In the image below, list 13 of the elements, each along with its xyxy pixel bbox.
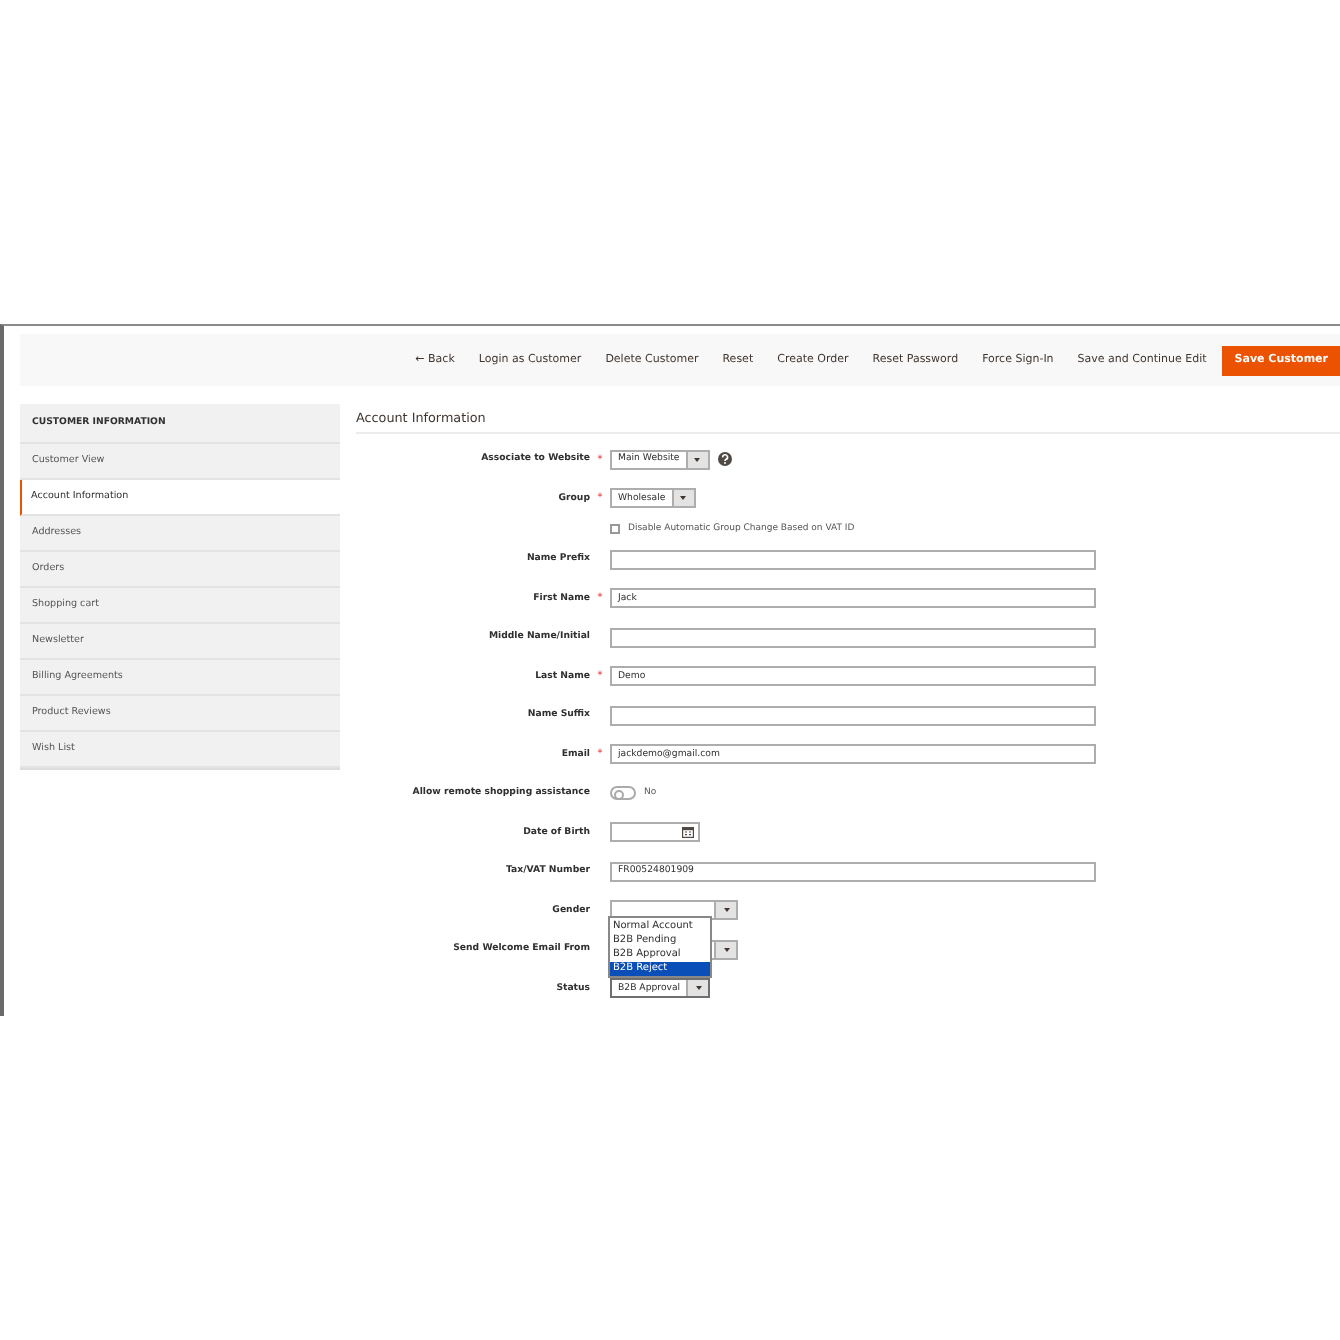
input-field[interactable] [610, 549, 1096, 570]
toggle-switch[interactable] [610, 786, 636, 801]
checkbox[interactable] [610, 524, 620, 534]
input-field[interactable] [610, 627, 1096, 648]
caret-icon [695, 986, 702, 991]
caret-icon [694, 457, 701, 462]
help-icon[interactable] [717, 452, 732, 467]
caret-icon [680, 496, 687, 501]
calendar-icon[interactable] [682, 826, 694, 839]
date-field[interactable] [610, 822, 700, 843]
caret-icon [723, 908, 729, 913]
input-field[interactable] [610, 705, 1096, 726]
caret-icon [723, 947, 729, 952]
